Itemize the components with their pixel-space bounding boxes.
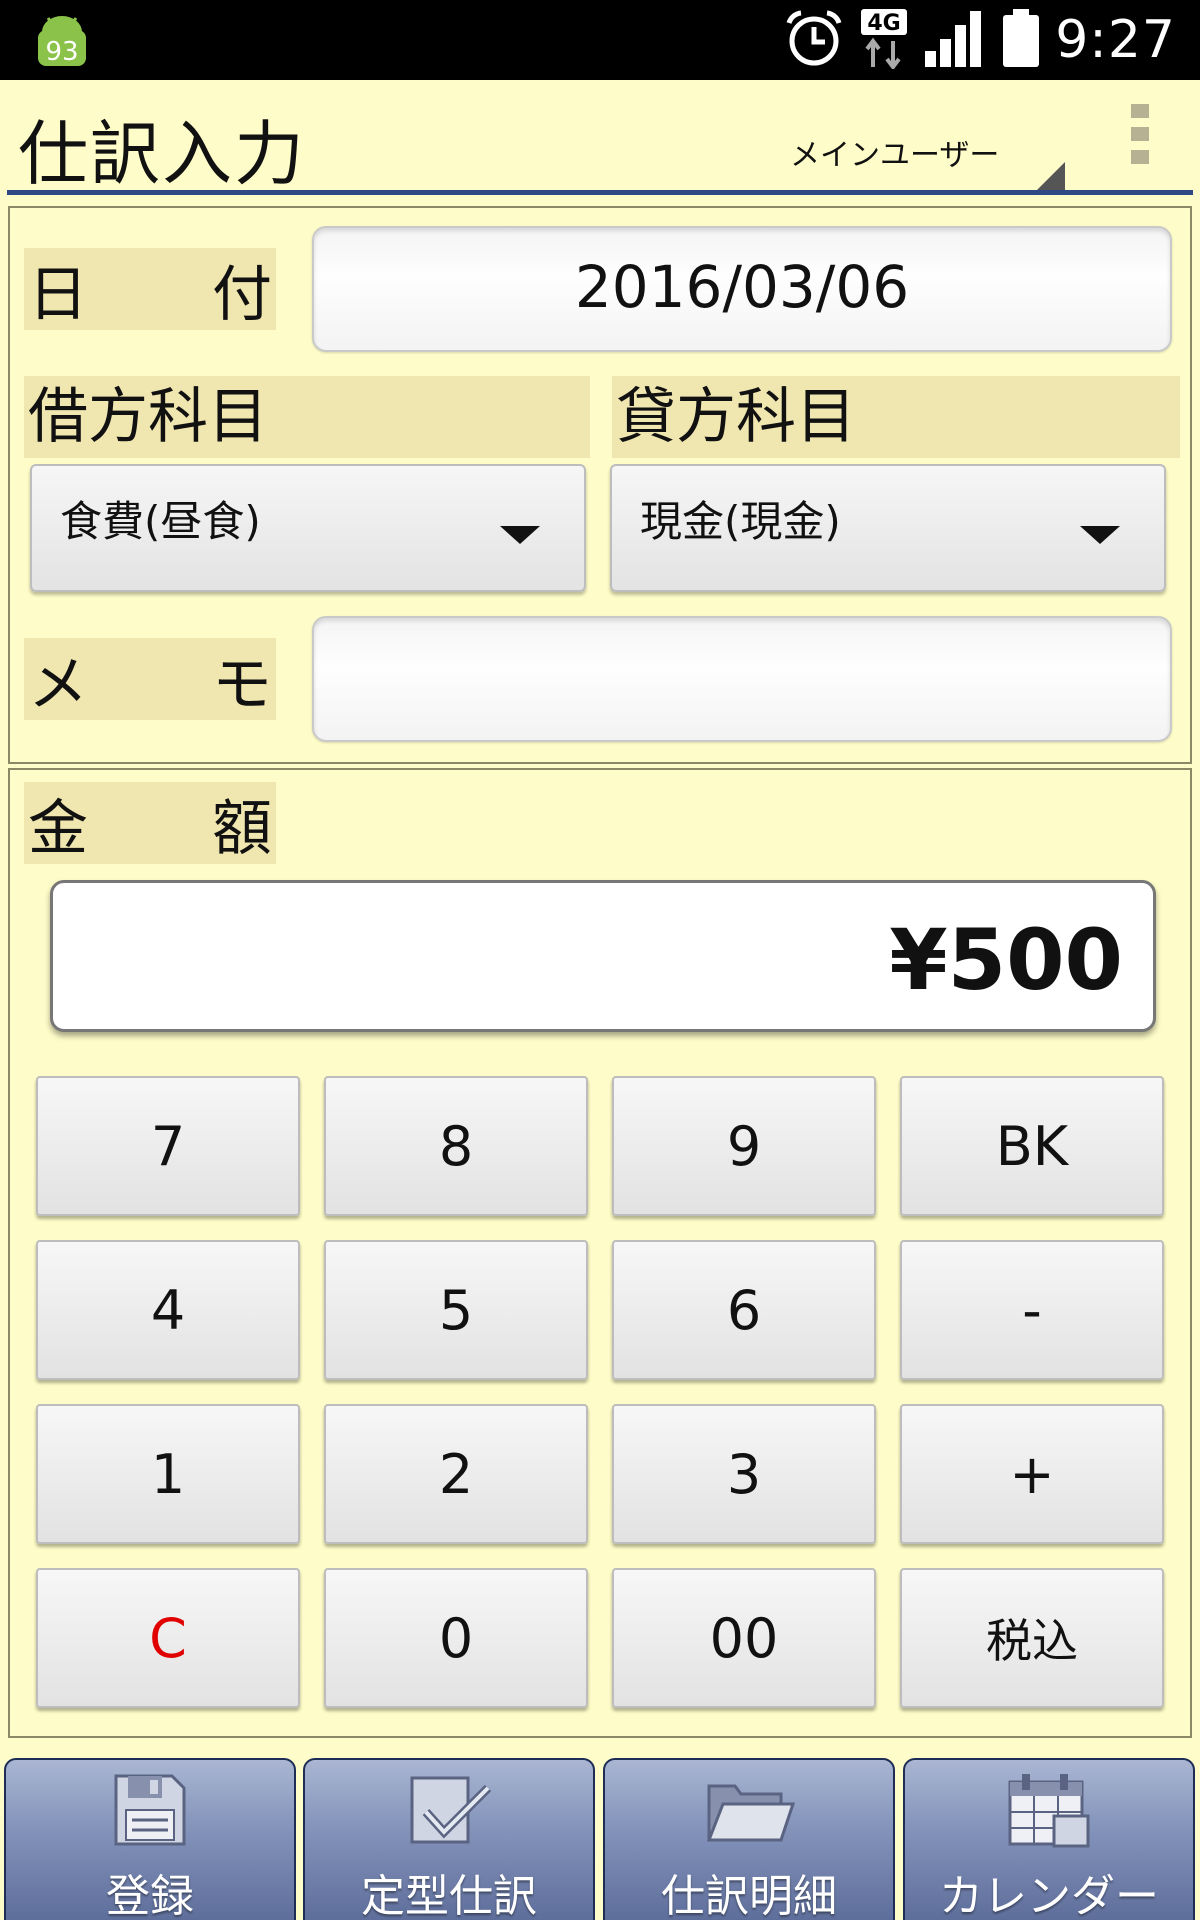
memo-label: メモ (24, 638, 276, 720)
key-plus[interactable]: + (900, 1404, 1164, 1544)
template-entry-button[interactable]: 定型仕訳 (303, 1758, 595, 1920)
key-9[interactable]: 9 (612, 1076, 876, 1216)
calendar-label: カレンダー (939, 1871, 1159, 1920)
network-4g-icon: 4G (859, 7, 909, 73)
app-bar: 仕訳入力 メインユーザー (0, 80, 1200, 196)
key-00[interactable]: 00 (612, 1568, 876, 1708)
dropdown-corner-icon (1035, 162, 1065, 192)
android-notification-icon: 93 (34, 12, 90, 72)
header-divider (7, 190, 1193, 195)
credit-account-value: 現金(現金) (640, 497, 841, 546)
key-8[interactable]: 8 (324, 1076, 588, 1216)
amount-display: ¥500 (50, 880, 1156, 1032)
key-7[interactable]: 7 (36, 1076, 300, 1216)
svg-text:4G: 4G (868, 11, 901, 36)
key-6[interactable]: 6 (612, 1240, 876, 1380)
template-entry-label: 定型仕訳 (361, 1871, 537, 1920)
alarm-icon (783, 7, 845, 73)
key-1[interactable]: 1 (36, 1404, 300, 1544)
amount-label: 金額 (24, 782, 276, 864)
debit-label: 借方科目 (24, 376, 590, 458)
user-selector-label: メインユーザー (790, 138, 1000, 173)
save-icon (110, 1770, 190, 1854)
key-0[interactable]: 0 (324, 1568, 588, 1708)
key-4[interactable]: 4 (36, 1240, 300, 1380)
overflow-menu-icon[interactable] (1124, 104, 1156, 178)
key-clear[interactable]: C (36, 1568, 300, 1708)
status-time: 9:27 (1055, 10, 1176, 70)
key-2[interactable]: 2 (324, 1404, 588, 1544)
journal-detail-label: 仕訳明細 (661, 1871, 837, 1920)
register-label: 登録 (106, 1871, 194, 1920)
credit-label: 貸方科目 (612, 376, 1180, 458)
date-field[interactable]: 2016/03/06 (312, 226, 1172, 352)
key-minus[interactable]: - (900, 1240, 1164, 1380)
signal-icon (923, 7, 987, 73)
svg-text:93: 93 (45, 37, 78, 67)
folder-open-icon (701, 1770, 797, 1854)
checkbox-check-icon (404, 1770, 494, 1854)
entry-panel: 日付 2016/03/06 借方科目 貸方科目 食費(昼食) 現金(現金) メモ (8, 206, 1192, 764)
user-selector[interactable]: メインユーザー (790, 130, 1065, 192)
key-5[interactable]: 5 (324, 1240, 588, 1380)
credit-account-select[interactable]: 現金(現金) (610, 464, 1166, 592)
memo-field[interactable] (312, 616, 1172, 742)
dropdown-arrow-icon (1080, 526, 1120, 544)
amount-value: ¥500 (889, 911, 1123, 1009)
key-backspace[interactable]: BK (900, 1076, 1164, 1216)
register-button[interactable]: 登録 (4, 1758, 296, 1920)
amount-panel: 金額 ¥500 7 8 9 BK 4 5 6 - 1 2 3 + C 0 00 … (8, 768, 1192, 1738)
status-bar: 93 4G 9:27 (0, 0, 1200, 80)
date-value: 2016/03/06 (574, 253, 910, 321)
key-tax-included[interactable]: 税込 (900, 1568, 1164, 1708)
dropdown-arrow-icon (500, 526, 540, 544)
key-3[interactable]: 3 (612, 1404, 876, 1544)
page-title: 仕訳入力 (18, 113, 306, 195)
debit-account-select[interactable]: 食費(昼食) (30, 464, 586, 592)
battery-icon (1001, 7, 1041, 73)
journal-detail-button[interactable]: 仕訳明細 (603, 1758, 895, 1920)
date-label: 日付 (24, 248, 276, 330)
calendar-button[interactable]: カレンダー (903, 1758, 1195, 1920)
calendar-icon (1004, 1770, 1094, 1854)
debit-account-value: 食費(昼食) (60, 497, 261, 546)
